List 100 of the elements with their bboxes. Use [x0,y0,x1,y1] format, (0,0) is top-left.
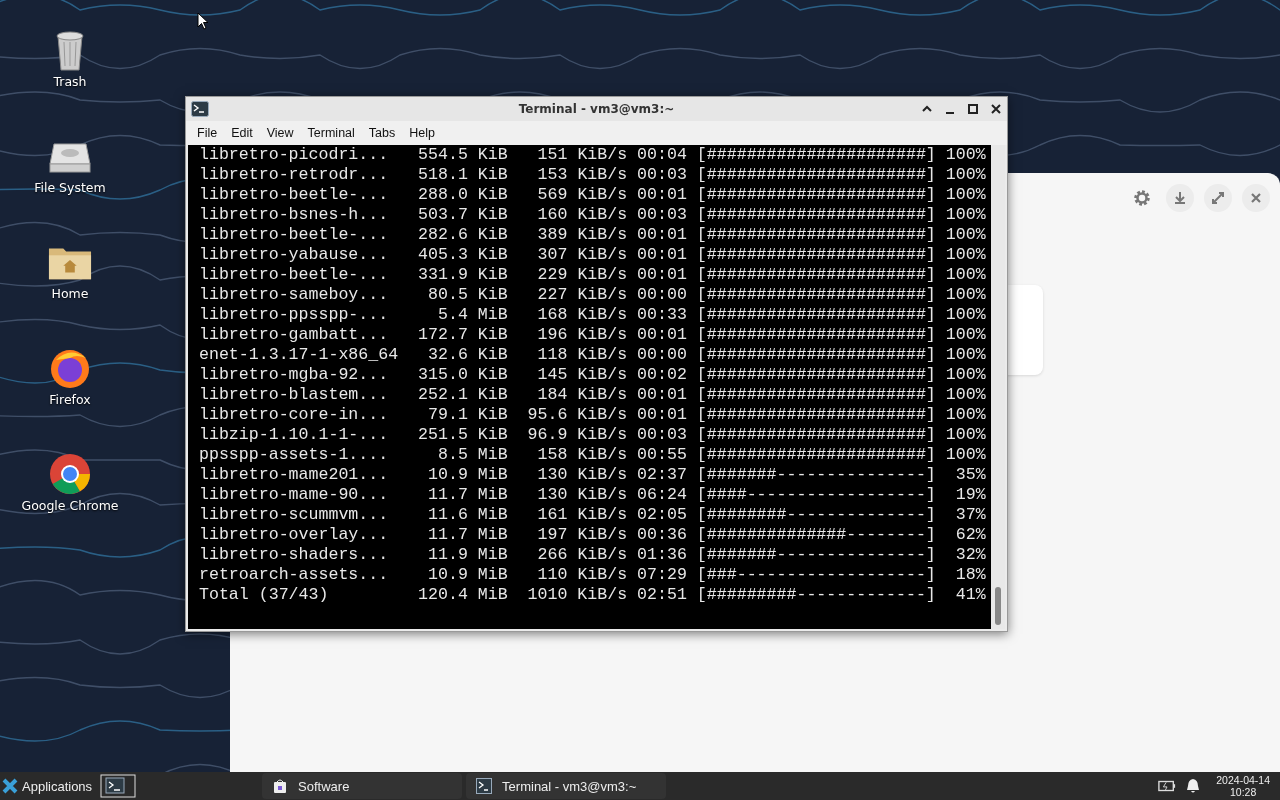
download-size: 503.7 KiB [417,205,508,225]
download-size: 10.9 MiB [427,465,508,485]
download-speed: 95.6 KiB/s [526,405,628,425]
progress-text: [######################] [695,305,936,325]
package-name: libretro-gambatt... [199,325,390,345]
battery-icon[interactable] [1158,778,1177,794]
percent-complete: 100% [944,345,986,365]
package-name: libretro-retrodr... [199,165,390,185]
package-name: libretro-bsnes-h... [199,205,390,225]
package-name: libretro-ppsspp-... [199,305,390,325]
download-speed: 110 KiB/s [536,565,628,585]
scrollbar[interactable] [991,145,1005,629]
package-name: libretro-picodri... [199,145,390,165]
menu-item[interactable]: View [259,124,301,142]
download-size: 252.1 KiB [417,385,508,405]
close-icon[interactable] [989,102,1003,116]
time-remaining: 00:01 [636,385,687,405]
percent-complete: 18% [954,565,986,585]
download-size: 282.6 KiB [417,225,508,245]
package-name: libretro-yabause... [199,245,390,265]
percent-complete: 100% [944,145,986,165]
time-remaining: 00:01 [636,265,687,285]
time-remaining: 02:51 [636,585,687,605]
download-size: 11.9 MiB [427,545,508,565]
percent-complete: 100% [944,405,986,425]
progress-text: [######################] [695,205,936,225]
download-size: 518.1 KiB [417,165,508,185]
package-name: libretro-blastem... [199,385,390,405]
menu-item[interactable]: File [190,124,225,142]
percent-complete: 100% [944,325,986,345]
applications-logo-icon[interactable] [2,778,18,794]
time-remaining: 06:24 [636,485,687,505]
package-name: libretro-mgba-92... [199,365,390,385]
download-speed: 227 KiB/s [536,285,628,305]
mouse-cursor-icon [197,12,209,30]
time-remaining: 07:29 [636,565,687,585]
chrome-icon[interactable] [48,452,92,496]
time-remaining: 00:55 [636,445,687,465]
percent-complete: 19% [954,485,986,505]
progress-text: [######################] [695,325,936,345]
download-size: 11.7 MiB [427,525,508,545]
time-remaining: 01:36 [636,545,687,565]
expand-icon[interactable] [1204,184,1232,212]
package-name: libretro-core-in... [199,405,390,425]
progress-text: [###-------------------] [695,565,936,585]
percent-complete: 37% [954,505,986,525]
package-name: libretro-scummvm... [199,505,390,525]
applications-menu[interactable]: Applications [0,772,97,800]
menu-item[interactable]: Help [402,124,442,142]
desktop-icon-label[interactable]: Google Chrome [21,498,119,513]
download-size: 405.3 KiB [417,245,508,265]
download-size: 288.0 KiB [417,185,508,205]
download-speed: 197 KiB/s [536,525,628,545]
package-name: Total (37/43) [199,585,330,605]
download-size: 315.0 KiB [417,365,508,385]
terminal-launcher-icon[interactable] [100,774,137,798]
time-remaining: 00:02 [636,365,687,385]
download-speed: 1010 KiB/s [526,585,628,605]
maximize-icon[interactable] [966,102,980,116]
download-speed: 307 KiB/s [536,245,628,265]
time-remaining: 00:00 [636,345,687,365]
progress-text: [######################] [695,145,936,165]
package-name: libretro-mame201... [199,465,390,485]
desktop-icon-label[interactable]: Firefox [49,392,91,407]
progress-text: [#########-------------] [695,585,936,605]
package-name: libretro-beetle-... [199,265,390,285]
time-remaining: 00:33 [636,305,687,325]
package-name: libretro-mame-90... [199,485,390,505]
clock-time[interactable]: 10:28 [1230,786,1257,798]
menu-item[interactable]: Terminal [300,124,362,142]
menu-item[interactable]: Tabs [361,124,403,142]
desktop-icon-label[interactable]: Home [51,286,89,301]
progress-text: [######################] [695,165,936,185]
menu-item[interactable]: Edit [224,124,260,142]
terminal-icon[interactable] [476,778,493,794]
package-name: libretro-shaders... [199,545,390,565]
download-speed: 229 KiB/s [536,265,628,285]
progress-text: [######################] [695,265,936,285]
progress-text: [######################] [695,285,936,305]
percent-complete: 100% [944,225,986,245]
desktop-icon-label[interactable]: Trash [53,74,87,89]
time-remaining: 00:01 [636,325,687,345]
taskbar-window-button[interactable]: Software [262,773,463,799]
download-speed: 118 KiB/s [536,345,628,365]
percent-complete: 62% [954,525,986,545]
download-size: 8.5 MiB [436,445,508,465]
window-title: Terminal - vm3@vm3:~ [518,102,675,116]
shopping-bag-icon[interactable] [272,778,289,794]
percent-complete: 41% [954,585,986,605]
download-icon[interactable] [1166,184,1194,212]
taskbar-window-button[interactable]: Terminal - vm3@vm3:~ [466,773,667,799]
progress-text: [#######---------------] [695,465,936,485]
scrollbar-thumb[interactable] [995,587,1001,625]
clock-date[interactable]: 2024-04-14 [1216,774,1270,786]
download-speed: 96.9 KiB/s [526,425,628,445]
download-size: 10.9 MiB [427,565,508,585]
percent-complete: 100% [944,385,986,405]
time-remaining: 02:37 [636,465,687,485]
progress-text: [######################] [695,345,936,365]
desktop-icon-label[interactable]: File System [34,180,106,195]
